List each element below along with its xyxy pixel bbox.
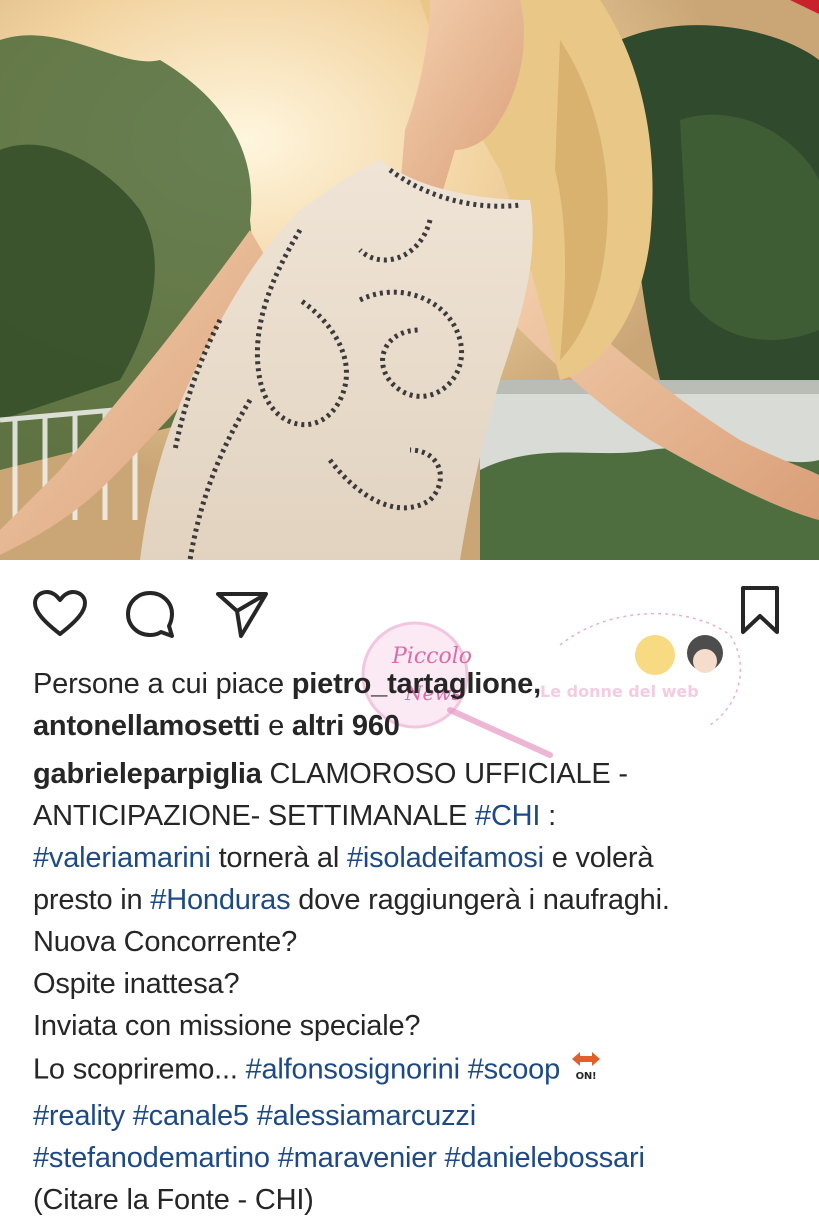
- hashtag-link[interactable]: #valeriamarini: [33, 842, 211, 874]
- hashtag-link[interactable]: #alessiamarcuzzi: [257, 1100, 476, 1132]
- caption-text: Lo scopriremo...: [33, 1053, 246, 1086]
- hashtag-link[interactable]: #alfonsosignorini: [246, 1054, 460, 1086]
- svg-text:ON!: ON!: [576, 1071, 597, 1082]
- likes-conjunction: e: [268, 710, 285, 742]
- post-photo[interactable]: [0, 0, 819, 560]
- liker-username-2[interactable]: antonellamosetti: [33, 710, 260, 742]
- hashtag-link[interactable]: #stefanodemartino: [33, 1142, 270, 1174]
- hashtag-link[interactable]: #scoop: [468, 1054, 561, 1086]
- caption-text: dove raggiungerà i naufraghi.: [290, 884, 670, 916]
- caption-text: presto in: [33, 884, 151, 916]
- caption-text: Nuova Concorrente?: [33, 926, 297, 958]
- send-icon[interactable]: [214, 589, 270, 646]
- liker-username-1[interactable]: pietro_tartaglione,: [292, 668, 541, 700]
- caption-text: ANTICIPAZIONE- SETTIMANALE: [33, 800, 476, 832]
- caption-text: :: [540, 800, 557, 832]
- likes-others-link[interactable]: altri 960: [292, 710, 400, 742]
- caption-text: Inviata con missione speciale?: [33, 1010, 421, 1042]
- caption-text: tornerà al: [210, 842, 347, 874]
- caption-text: Ospite inattesa?: [33, 968, 240, 1000]
- post-photo-image: [0, 0, 819, 560]
- hashtag-link[interactable]: #Honduras: [150, 884, 290, 916]
- bookmark-icon[interactable]: [738, 584, 782, 641]
- hashtag-link[interactable]: #isoladeifamosi: [347, 842, 544, 874]
- post-action-bar: [0, 580, 819, 640]
- hashtag-link[interactable]: #CHI: [475, 800, 540, 832]
- caption-text: e volerà: [543, 842, 654, 874]
- comment-icon[interactable]: [124, 589, 178, 646]
- post-caption: gabrieleparpiglia CLAMOROSO UFFICIALE - …: [33, 753, 793, 1221]
- hashtag-link[interactable]: #canale5: [133, 1100, 249, 1132]
- caption-text: CLAMOROSO UFFICIALE -: [261, 758, 629, 790]
- hashtag-link[interactable]: #maravenier: [278, 1142, 437, 1174]
- hashtag-link[interactable]: #danielebossari: [445, 1142, 645, 1174]
- heart-icon[interactable]: [32, 589, 88, 644]
- hashtag-link[interactable]: #reality: [33, 1100, 125, 1132]
- caption-author[interactable]: gabrieleparpiglia: [33, 758, 262, 790]
- likes-prefix: Persone a cui piace: [33, 668, 284, 700]
- likes-summary: Persone a cui piace pietro_tartaglione, …: [33, 663, 793, 747]
- on-arrow-emoji-icon: ON!: [566, 1047, 606, 1095]
- caption-text: (Citare la Fonte - CHI): [33, 1184, 314, 1216]
